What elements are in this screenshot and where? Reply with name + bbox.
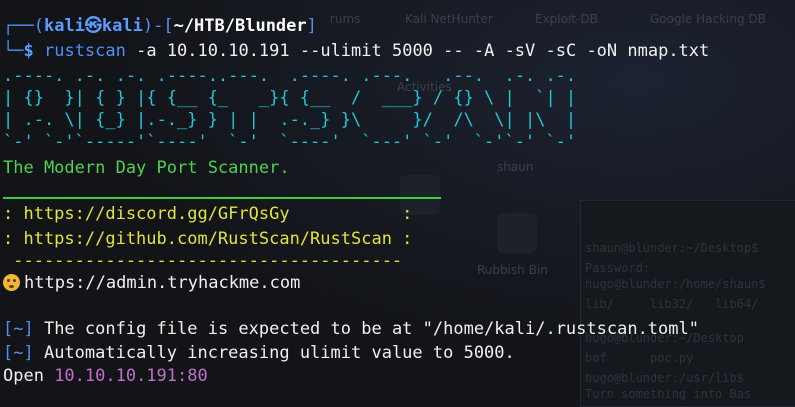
dizzy-face-icon — [3, 274, 20, 291]
banner-rule — [3, 197, 441, 199]
command-line: └─$ rustscan -a 10.10.10.191 --ulimit 50… — [3, 41, 710, 61]
banner-dashes: -------------------------------------- — [3, 251, 403, 271]
tip-url[interactable]: https://admin.tryhackme.com — [24, 273, 300, 293]
terminal-output[interactable]: ┌──(kali㉿kali)-[~/HTB/Blunder] └─$ rusts… — [0, 0, 795, 405]
info-message: [~] Automatically increasing ulimit valu… — [3, 343, 515, 363]
prompt-header: ┌──(kali㉿kali)-[~/HTB/Blunder] — [3, 16, 317, 36]
prompt-cwd: ~/HTB/Blunder — [173, 16, 307, 36]
open-address: 10.10.10.191:80 — [54, 366, 208, 386]
ascii-banner-line: .----. .-. .-. .----..---. .----. .---. … — [3, 66, 577, 86]
prompt-host: kali — [101, 16, 143, 36]
info-text: The config file is expected to be at "/h… — [33, 319, 699, 339]
info-message: [~] The config file is expected to be at… — [3, 319, 699, 339]
discord-link[interactable]: : https://discord.gg/GFrQsGy : — [3, 204, 412, 224]
tagline: The Modern Day Port Scanner. — [3, 158, 290, 178]
command-args: -a 10.10.10.191 --ulimit 5000 -- -A -sV … — [125, 41, 710, 61]
open-label: Open — [3, 366, 55, 386]
ascii-banner-line: | .-. \| {_} |.-._} } | | .-._} }\ }/ /\… — [3, 110, 577, 130]
info-text: Automatically increasing ulimit value to… — [33, 343, 515, 363]
ascii-banner-line: `-' `-'`-----'`----' `-' `----' `---' `-… — [3, 132, 577, 152]
info-tag: [~] — [3, 319, 34, 339]
tip-line: https://admin.tryhackme.com — [3, 273, 300, 293]
github-link[interactable]: : https://github.com/RustScan/RustScan : — [3, 229, 412, 249]
prompt-user: kali — [43, 16, 85, 36]
command-name: rustscan — [43, 41, 126, 61]
info-tag: [~] — [3, 343, 34, 363]
ascii-banner-line: | {} }| { } |{ {__ {_ _}{ {__ / ___} / {… — [3, 88, 577, 108]
prompt-symbol: $ — [23, 41, 34, 61]
prompt-at: ㉿ — [84, 16, 102, 36]
open-port-line: Open 10.10.10.191:80 — [3, 366, 208, 386]
